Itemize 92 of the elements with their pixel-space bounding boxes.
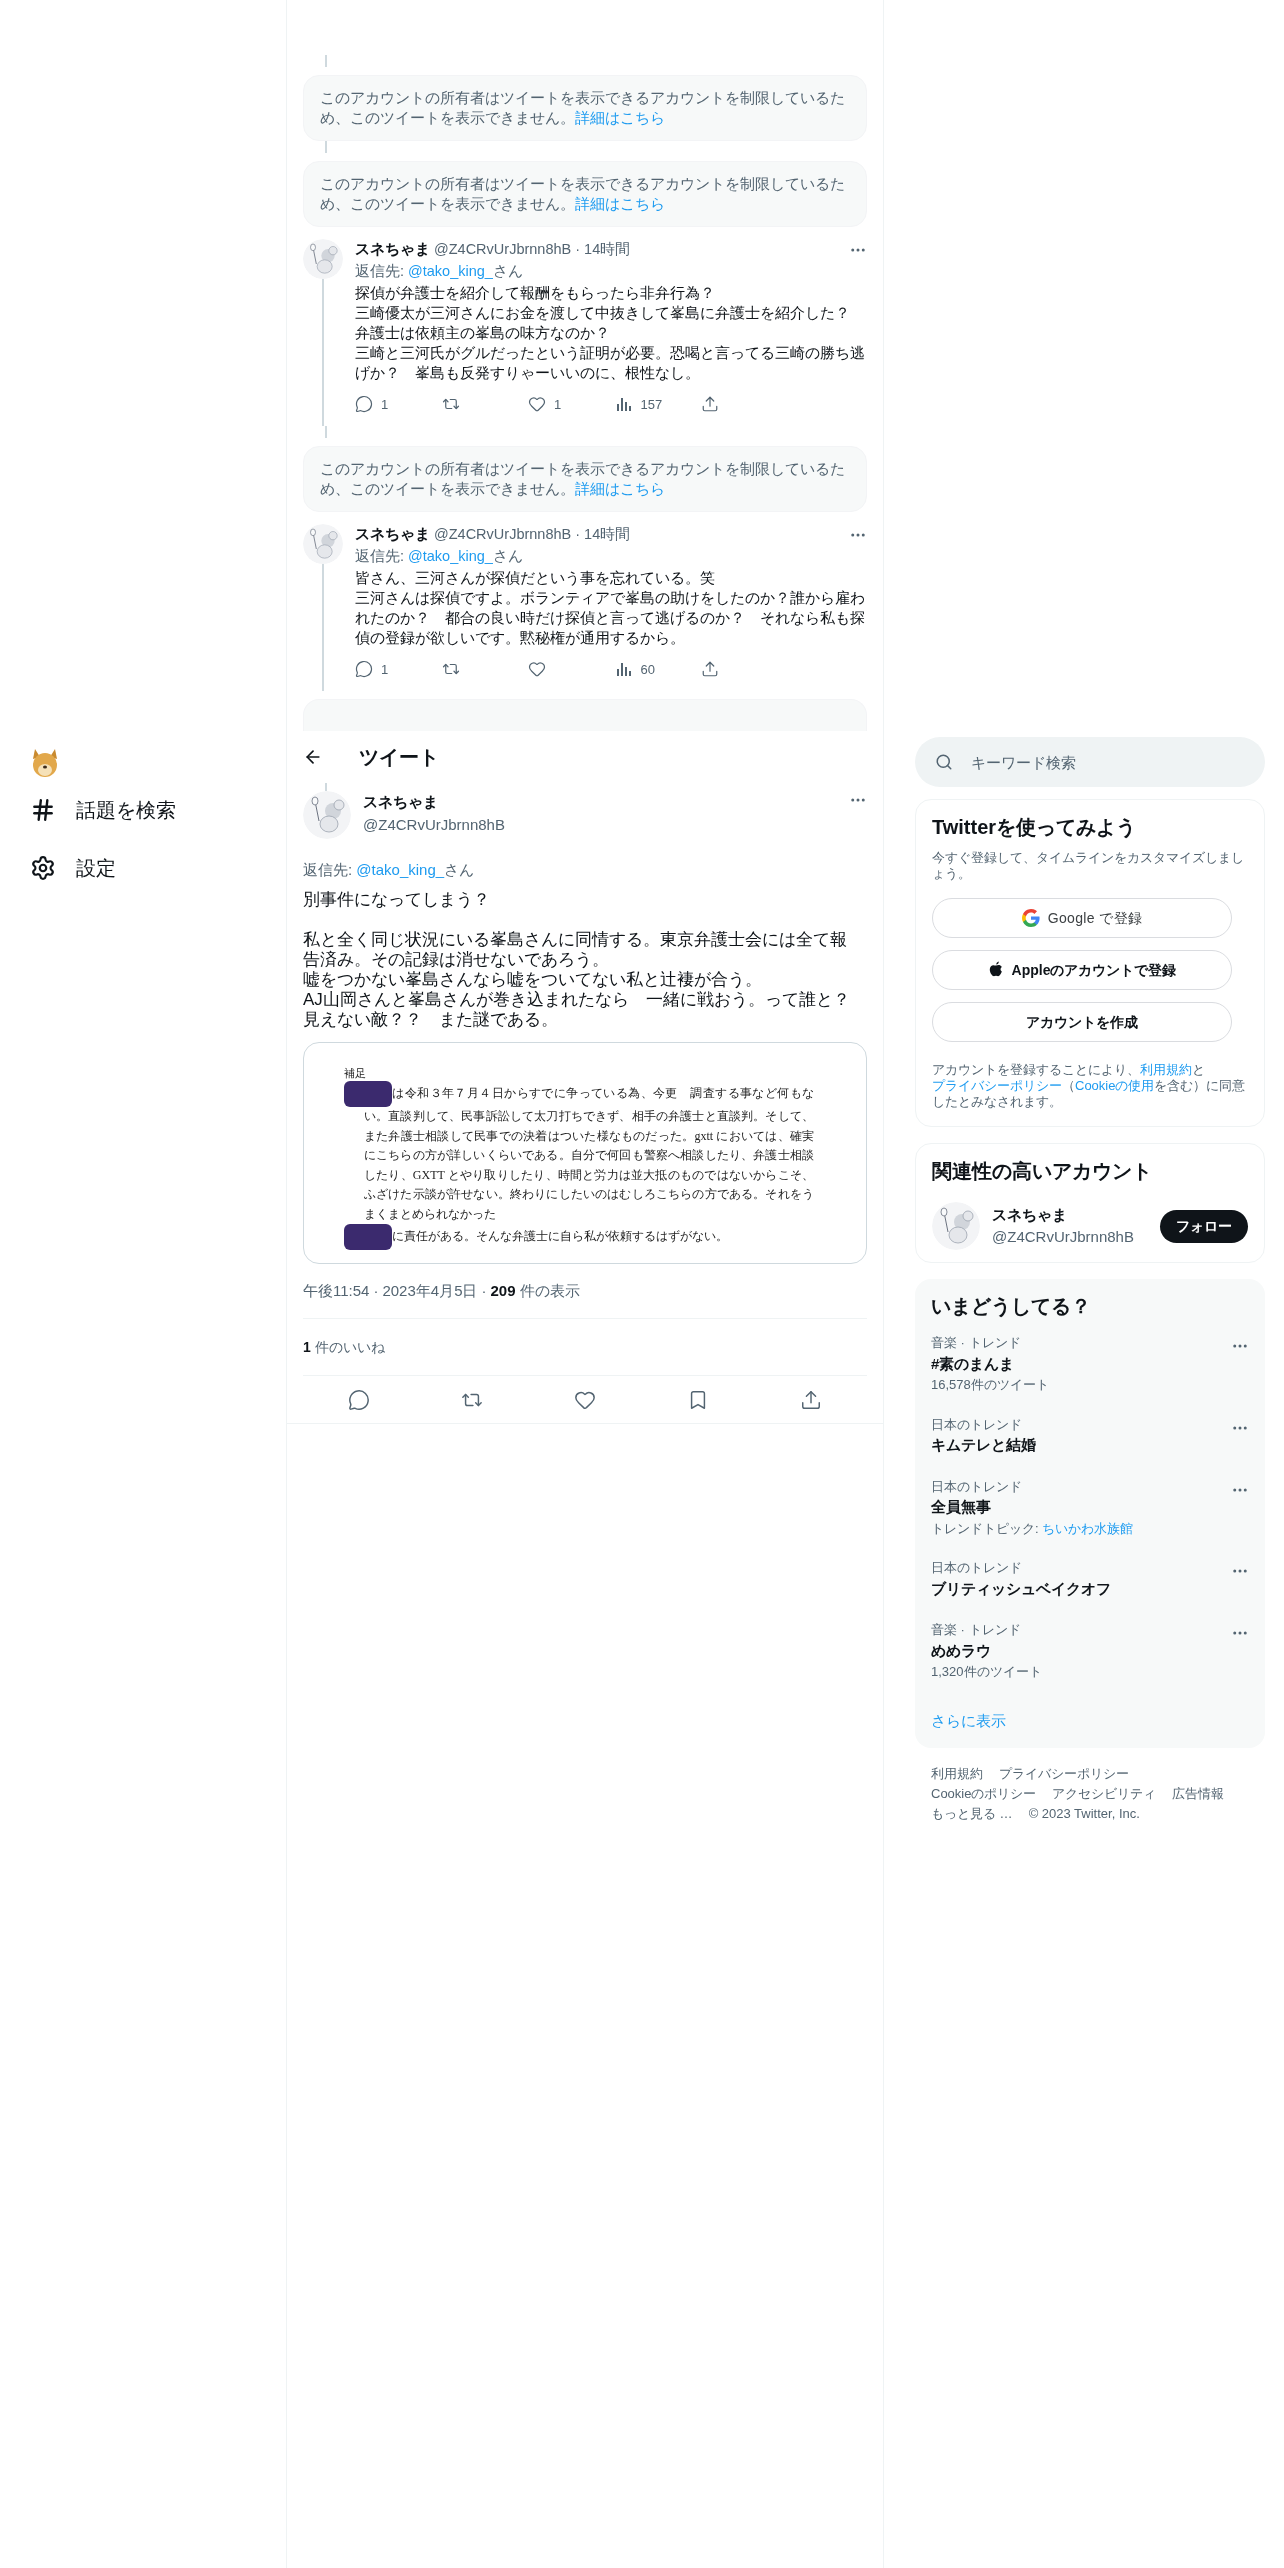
sign-up-button[interactable]: Appleのアカウントで登録 xyxy=(932,950,1232,990)
bar-chart-icon xyxy=(614,660,633,679)
notice-text: このアカウントの所有者はツイートを表示できるアカウントを制限しているため、このツイートを表示できません。詳細はこちら xyxy=(320,459,846,499)
reply-icon xyxy=(348,1388,371,1411)
redaction-mark xyxy=(344,1081,392,1107)
search-field[interactable]: キーワード検索 xyxy=(915,737,1265,787)
user-name[interactable]: スネちゃま xyxy=(363,791,837,814)
user-handle: @Z4CRvUrJbrnn8hB xyxy=(363,814,506,835)
heart-icon xyxy=(528,660,546,679)
notice-text: このアカウントの所有者はツイートを表示できるアカウントを制限しているため、このツイートを表示できません。詳細はこちら xyxy=(320,88,846,128)
card-title: 関連性の高いアカウント xyxy=(932,1159,1153,1184)
card-title: Twitterを使ってみよう xyxy=(932,815,1138,840)
trend-topic: トレンドトピック: ちいかわ水族館 xyxy=(931,1519,1135,1538)
trend-item[interactable]: 日本のトレンド キムテレと結婚 xyxy=(931,1414,1249,1457)
share-icon xyxy=(799,1388,822,1411)
nav-item[interactable]: 設定 xyxy=(30,853,286,883)
reply-button[interactable]: 1 xyxy=(355,394,425,414)
trend-title: ブリティッシュベイクオフ xyxy=(931,1578,1112,1599)
card-subtitle: 今すぐ登録して、タイムラインをカスタマイズしましょう。 xyxy=(932,850,1245,882)
bar-chart-icon xyxy=(614,395,633,414)
trend-title: めめラウ xyxy=(931,1640,992,1661)
document-text: に責任がある。そんな弁護士に自ら私が依頼するはずがない。 xyxy=(364,1224,814,1250)
views-button[interactable]: 157 xyxy=(614,394,685,414)
reply-button[interactable]: 1 xyxy=(355,659,425,679)
like-button[interactable]: 1 xyxy=(528,394,598,414)
document-heading: 補足 xyxy=(344,1065,367,1081)
create-account-button[interactable]: アカウントを作成 xyxy=(932,1002,1232,1042)
tweet-text: 皆さん、三河さんが探偵だという事を忘れている。笑 三河さんは探偵ですよ。ボランティアで峯島の助けをしたのか？誰から雇われたのか？ 都合の良い時だけ探偵と言って逃げるのか？ それなら私も探偵の登録が欲しいです。黙秘権が通用するから。 xyxy=(355,567,866,648)
footer-link[interactable]: プライバシーポリシー xyxy=(999,1764,1129,1784)
footer-link[interactable]: 利用規約 xyxy=(931,1764,983,1784)
user-name[interactable]: スネちゃま xyxy=(992,1203,1148,1226)
reply-icon xyxy=(355,660,373,679)
view-count: 209 件の表示 xyxy=(490,1281,580,1299)
reply-to-text: 返信先: @tako_king_さん xyxy=(355,546,524,566)
page-title: ツイート xyxy=(359,745,439,770)
footer-link[interactable]: アクセシビリティ xyxy=(1052,1784,1157,1804)
trend-category: 日本のトレンド xyxy=(931,1477,1023,1496)
reply-icon xyxy=(355,395,373,414)
reply-to-text: 返信先: @tako_king_さん xyxy=(355,261,524,281)
document-image[interactable] xyxy=(303,1041,867,1264)
trend-category: 日本のトレンド xyxy=(931,1415,1023,1434)
trend-item[interactable]: 音楽 · トレンド #素のまんま 16,578件のツイート xyxy=(931,1333,1249,1395)
trend-title: キムテレと結婚 xyxy=(931,1435,1037,1455)
tweet-text: 別事件になってしまう？ xyxy=(303,889,491,910)
trend-category: 日本のトレンド xyxy=(931,1559,1023,1577)
apple-logo-icon xyxy=(987,961,1004,979)
heart-icon xyxy=(528,395,546,414)
trend-title: 全員無事 xyxy=(931,1497,992,1517)
copyright-text: © 2023 Twitter, Inc. xyxy=(1028,1805,1140,1823)
user-name[interactable]: スネちゃま xyxy=(355,239,430,261)
reply-to-text: 返信先: @tako_king_さん xyxy=(303,860,476,880)
footer-link[interactable]: もっと見る … xyxy=(931,1804,1013,1824)
document-text: は令和３年７月４日からすでに争っている為、今更 調査する事など何もない。直談判して、民事訴訟して太刀打ちできず、相手の弁護士と直談判。そして、また弁護士相談して民事での決着はついた様なものだった。gxtt においては、確実にこちらの方が詳しいくらいである。自分で何回も警察へ相談したり、弁護士相談したり、GXTT とやり取りしたり、時間と労力は並大抵のものではないからこそ、ふざけた示談が許せない。終わりにしたいのはむしろこちらの方である。それをうまくまとめられなかった xyxy=(364,1081,814,1224)
tweet-time[interactable]: 午後11:54 xyxy=(303,1281,370,1299)
sign-up-button[interactable]: Google で登録 xyxy=(932,898,1232,938)
hash-icon xyxy=(30,797,56,823)
trend-item[interactable]: 日本のトレンド 全員無事 トレンドトピック: ちいかわ水族館 xyxy=(931,1476,1249,1538)
tweet-time: 14時間 xyxy=(584,240,631,259)
legal-text: アカウントを登録することにより、利用規約 と プライバシーポリシー（Cookieの使用を含む）に同意したとみなされます。 xyxy=(932,1062,1247,1110)
views-button[interactable]: 60 xyxy=(614,659,685,679)
follow-button[interactable]: フォロー xyxy=(1160,1209,1248,1243)
search-icon xyxy=(935,753,953,771)
tweet-count: 1,320件のツイート xyxy=(931,1663,1043,1681)
tweet-text: 私と全く同じ状況にいる峯島さんに同情する。東京弁護士会には全て報告済み。その記録は消せないであろう。 嘘をつかない峯島さんなら嘘をついてない私と辻褄が合う。 AJ山岡さんと峯島さんが巻き込まれたなら 一緒に戦おう。って誰と？見えない敵？？ また謎である。 xyxy=(303,929,851,1030)
notice-text: このアカウントの所有者はツイートを表示できるアカウントを制限しているため、このツイートを表示できません。詳細はこちら xyxy=(320,174,846,214)
separator-dot: · xyxy=(575,525,581,544)
footer-link[interactable]: Cookieのポリシー xyxy=(931,1784,1037,1804)
user-name[interactable]: スネちゃま xyxy=(355,524,430,546)
trend-category: 音楽 · トレンド xyxy=(931,1334,1022,1352)
user-handle: @Z4CRvUrJbrnn8hB xyxy=(434,240,572,259)
google-logo-icon xyxy=(1021,909,1040,927)
trend-category: 音楽 · トレンド xyxy=(931,1621,1022,1639)
share-icon xyxy=(701,660,719,679)
trend-item[interactable]: 日本のトレンド ブリティッシュベイクオフ xyxy=(931,1558,1249,1600)
user-handle: @Z4CRvUrJbrnn8hB xyxy=(992,1227,1135,1247)
nav-item[interactable]: 話題を検索 xyxy=(30,795,286,825)
separator-dot: · xyxy=(373,1281,379,1299)
trend-title: #素のまんま xyxy=(931,1353,1016,1374)
likes-count[interactable]: 1 件のいいね xyxy=(303,1339,385,1355)
trend-item[interactable]: 音楽 · トレンド めめラウ 1,320件のツイート xyxy=(931,1620,1249,1682)
footer-link[interactable]: 広告情報 xyxy=(1172,1784,1225,1804)
share-icon xyxy=(701,395,719,414)
separator-dot: · xyxy=(575,240,581,259)
settings-icon xyxy=(30,855,56,881)
user-handle: @Z4CRvUrJbrnn8hB xyxy=(434,525,572,544)
tweet-date[interactable]: 2023年4月5日 xyxy=(382,1281,478,1299)
separator-dot: · xyxy=(481,1281,487,1299)
tweet-text: 探偵が弁護士を紹介して報酬をもらったら非弁行為？ 三崎優太が三河さんにお金を渡して中抜きして峯島に弁護士を紹介した？ 弁護士は依頼主の峯島の味方なのか？ 三崎と三河氏がグルだったという証明が必要。恐喝と言ってる三崎の勝ち逃げか？ 峯島も反発すりゃーいいのに、根性なし。 xyxy=(355,282,866,383)
tweet-time: 14時間 xyxy=(584,525,631,544)
tweet-count: 16,578件のツイート xyxy=(931,1376,1050,1394)
redaction-mark xyxy=(344,1224,392,1250)
card-title: いまどうしてる？ xyxy=(931,1294,1092,1319)
